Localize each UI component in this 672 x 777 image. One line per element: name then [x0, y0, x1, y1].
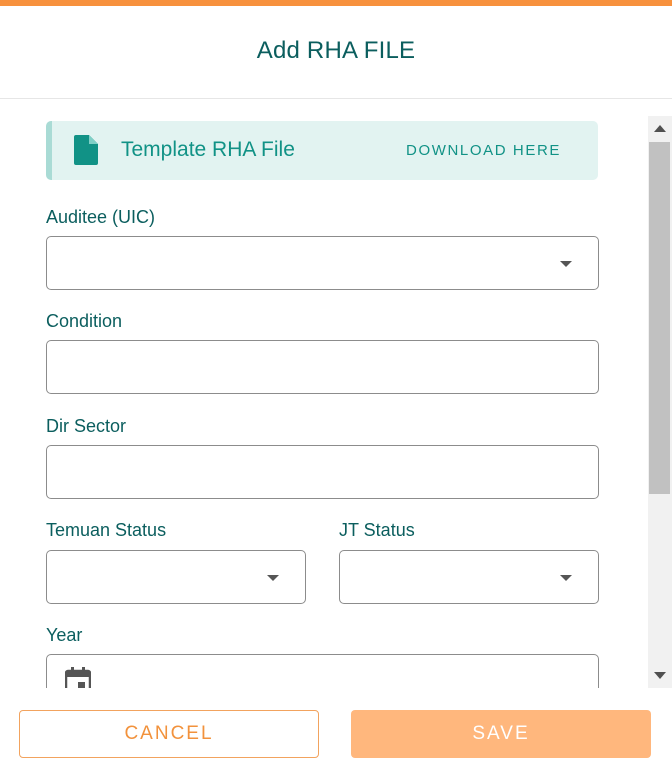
- dir-sector-label: Dir Sector: [46, 416, 127, 436]
- save-button[interactable]: SAVE: [351, 710, 651, 758]
- chevron-down-icon: [560, 575, 572, 581]
- scrollbar-thumb[interactable]: [649, 142, 670, 494]
- auditee-label: Auditee (UIC): [46, 207, 156, 227]
- scroll-up-arrow-icon[interactable]: [654, 125, 666, 132]
- calendar-icon[interactable]: [65, 667, 91, 688]
- dialog-header: Add RHA FILE: [0, 6, 672, 99]
- file-icon: [74, 135, 98, 165]
- vertical-scrollbar[interactable]: [648, 116, 672, 688]
- temuan-status-label: Temuan Status: [46, 520, 167, 540]
- jt-status-select[interactable]: [339, 550, 599, 604]
- year-date-input[interactable]: [46, 654, 599, 688]
- template-label: Template RHA File: [121, 138, 295, 161]
- download-here-link[interactable]: DOWNLOAD HERE: [406, 142, 561, 159]
- scroll-down-arrow-icon[interactable]: [654, 672, 666, 679]
- chevron-down-icon: [560, 261, 572, 267]
- dir-sector-input[interactable]: [46, 445, 599, 499]
- auditee-select[interactable]: [46, 236, 599, 290]
- form-scroll-area: Template RHA File DOWNLOAD HERE Auditee …: [0, 99, 672, 688]
- year-label: Year: [46, 625, 83, 645]
- jt-status-label: JT Status: [339, 520, 415, 540]
- dialog-title: Add RHA FILE: [256, 37, 416, 64]
- chevron-down-icon: [267, 575, 279, 581]
- dialog-footer: CANCEL SAVE: [0, 688, 672, 777]
- condition-input[interactable]: [46, 340, 599, 394]
- temuan-status-select[interactable]: [46, 550, 306, 604]
- template-download-box: Template RHA File DOWNLOAD HERE: [46, 121, 598, 180]
- condition-label: Condition: [46, 311, 123, 331]
- cancel-button[interactable]: CANCEL: [19, 710, 319, 758]
